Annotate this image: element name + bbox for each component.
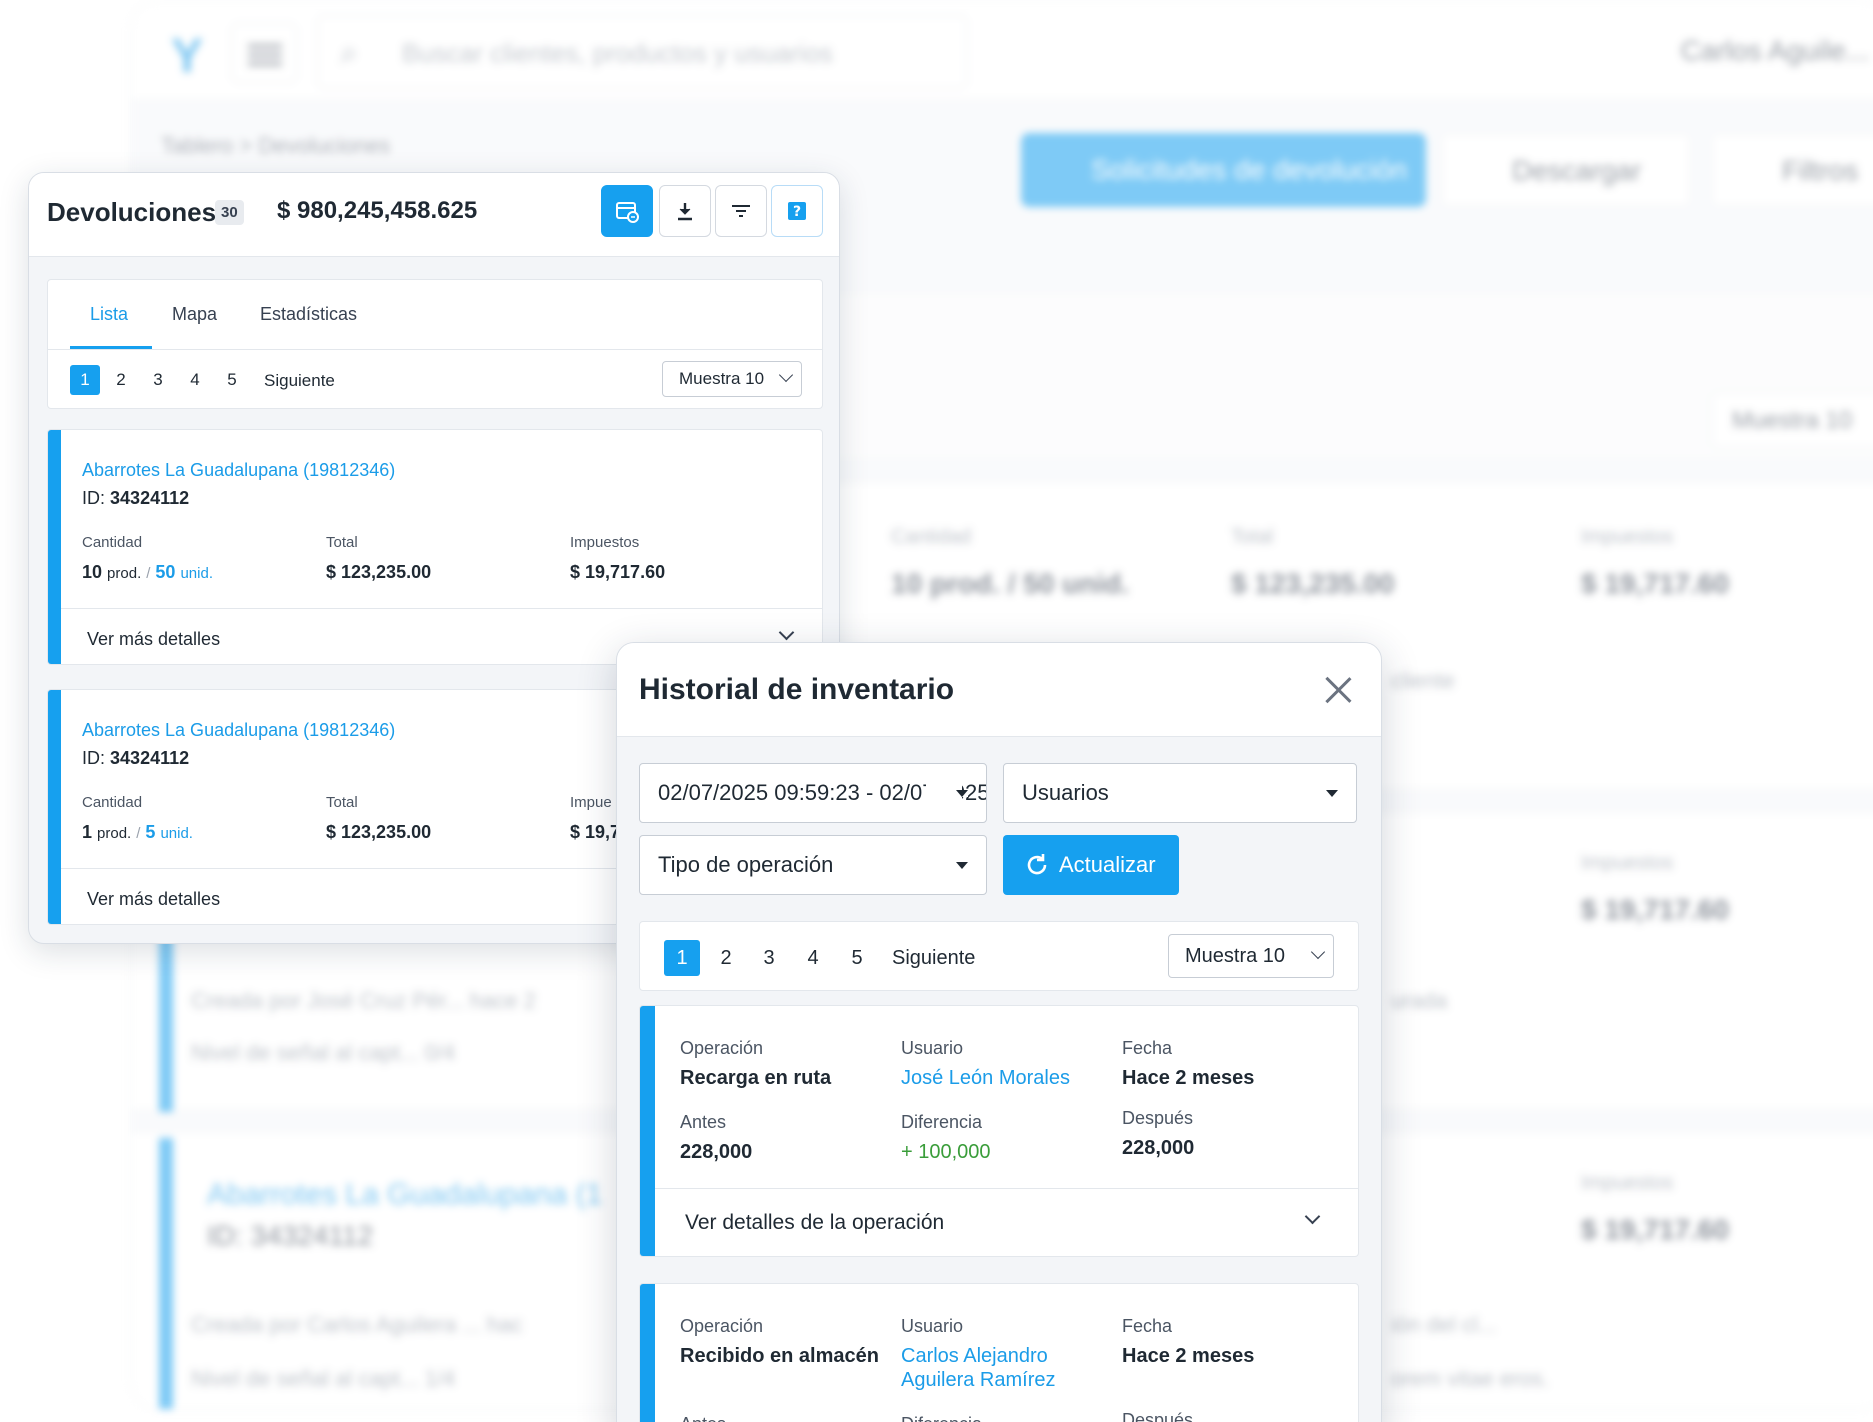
active-tab-indicator [70, 346, 152, 349]
filters-button[interactable] [715, 185, 767, 237]
page-1[interactable]: 1 [664, 940, 700, 976]
page-4[interactable]: 4 [180, 365, 210, 395]
operation-card: Operación Recibido en almacén Usuario Ca… [639, 1283, 1359, 1422]
quantity-value: 10 prod./50 unid. [82, 562, 213, 582]
bg-show-select[interactable]: Muestra 10 [1711, 392, 1873, 448]
view-tabs: Lista Mapa Estadísticas [48, 280, 822, 350]
download-button[interactable] [659, 185, 711, 237]
page-3[interactable]: 3 [143, 365, 173, 395]
client-link[interactable]: Abarrotes La Guadalupana (19812346) [82, 460, 395, 481]
date-range-picker[interactable]: 02/07/2025 09:59:23 - 02/07/2025 [639, 763, 987, 823]
difference-value: + 100,000 [901, 1141, 991, 1163]
operation-value: Recarga en ruta [680, 1067, 832, 1089]
refresh-icon [1027, 854, 1047, 875]
modal-title: Historial de inventario [639, 673, 955, 706]
devoluciones-header: Devoluciones 30 $ 980,245,458.625 ? [29, 173, 839, 257]
menu-button[interactable] [231, 23, 297, 83]
chevron-down-icon [778, 624, 795, 641]
tax-value: $ 19,7 [570, 822, 621, 842]
operation-card: Operación Recarga en ruta Usuario José L… [639, 1005, 1359, 1257]
card-accent-bar [640, 1006, 655, 1256]
tabs-pager-card: Lista Mapa Estadísticas 1 2 3 4 5 Siguie… [47, 279, 823, 409]
client-link[interactable]: Abarrotes La Guadalupana (19812346) [82, 720, 395, 741]
return-id: ID: 34324112 [82, 748, 190, 768]
bg-topbar: Y ⌕ Buscar clientes, productos y usuario… [131, 1, 1873, 101]
inventory-history-modal: Historial de inventario 02/07/2025 09:59… [616, 642, 1382, 1422]
help-button[interactable]: ? [771, 185, 823, 237]
total-value: $ 123,235.00 [326, 562, 432, 582]
operation-value: Recibido en almacén [680, 1345, 879, 1367]
user-link[interactable]: José León Morales [901, 1066, 1070, 1090]
pagination: 1 2 3 4 5 Siguiente Muestra 10 [48, 350, 822, 410]
after-value: 228,000 [1122, 1137, 1195, 1159]
close-icon[interactable] [1323, 675, 1353, 705]
caret-down-icon [956, 790, 968, 797]
page-5[interactable]: 5 [217, 365, 247, 395]
page-1[interactable]: 1 [70, 365, 100, 395]
tab-lista[interactable]: Lista [90, 304, 128, 325]
page-size-select[interactable]: Muestra 10 [662, 361, 802, 397]
page-title: Devoluciones [47, 197, 217, 227]
return-card: Abarrotes La Guadalupana (19812346) ID: … [47, 429, 823, 665]
operation-type-select[interactable]: Tipo de operación [639, 835, 987, 895]
chevron-down-icon [778, 367, 794, 383]
help-icon: ? [788, 202, 806, 220]
user-link[interactable]: Carlos Alejandro Aguilera Ramírez [901, 1344, 1056, 1392]
page-2[interactable]: 2 [106, 365, 136, 395]
caret-down-icon [956, 862, 968, 869]
bg-filters-button[interactable]: Filtros [1711, 133, 1873, 207]
total-value: $ 123,235.00 [326, 822, 432, 842]
bg-search-input[interactable]: ⌕ Buscar clientes, productos y usuarios [317, 15, 967, 89]
page-5[interactable]: 5 [839, 940, 875, 976]
return-requests-button[interactable] [601, 185, 653, 237]
card-accent-bar [48, 690, 61, 924]
quantity-value: 1 prod./5 unid. [82, 822, 193, 842]
download-icon [678, 203, 692, 221]
date-value: Hace 2 meses [1122, 1067, 1255, 1089]
total-amount: $ 980,245,458.625 [277, 197, 478, 224]
page-size-select[interactable]: Muestra 10 [1168, 934, 1334, 978]
update-button[interactable]: Actualizar [1003, 835, 1179, 895]
page-2[interactable]: 2 [708, 940, 744, 976]
card-accent-bar [48, 430, 61, 664]
page-4[interactable]: 4 [795, 940, 831, 976]
bg-requests-button[interactable]: Solicitudes de devolución [1021, 133, 1426, 207]
users-select[interactable]: Usuarios [1003, 763, 1357, 823]
caret-down-icon [1326, 790, 1338, 797]
count-badge: 30 [215, 200, 244, 225]
operation-details-toggle[interactable]: Ver detalles de la operación [655, 1188, 1358, 1256]
return-id: ID: 34324112 [82, 488, 190, 508]
tax-value: $ 19,717.60 [570, 562, 666, 582]
svg-text:?: ? [793, 204, 801, 220]
app-logo-icon: Y [171, 30, 204, 83]
bg-user-name[interactable]: Carlos Aguile... [1681, 35, 1869, 67]
card-accent-bar [640, 1284, 655, 1422]
search-icon: ⌕ [340, 34, 358, 70]
date-value: Hace 2 meses [1122, 1345, 1255, 1367]
tab-mapa[interactable]: Mapa [172, 304, 217, 325]
return-request-icon [616, 202, 639, 223]
chevron-down-icon [1310, 944, 1326, 960]
modal-header: Historial de inventario [617, 643, 1381, 737]
page-3[interactable]: 3 [751, 940, 787, 976]
tab-estadisticas[interactable]: Estadísticas [260, 304, 357, 325]
bg-breadcrumb: Tablero > Devoluciones [161, 133, 391, 158]
bg-download-button[interactable]: Descargar [1441, 133, 1691, 207]
next-page-link[interactable]: Siguiente [264, 371, 335, 391]
next-page-link[interactable]: Siguiente [892, 947, 975, 970]
chevron-down-icon [1304, 1208, 1321, 1225]
before-value: 228,000 [680, 1141, 753, 1163]
filter-icon [732, 205, 750, 217]
modal-pagination: 1 2 3 4 5 Siguiente Muestra 10 [639, 921, 1359, 991]
